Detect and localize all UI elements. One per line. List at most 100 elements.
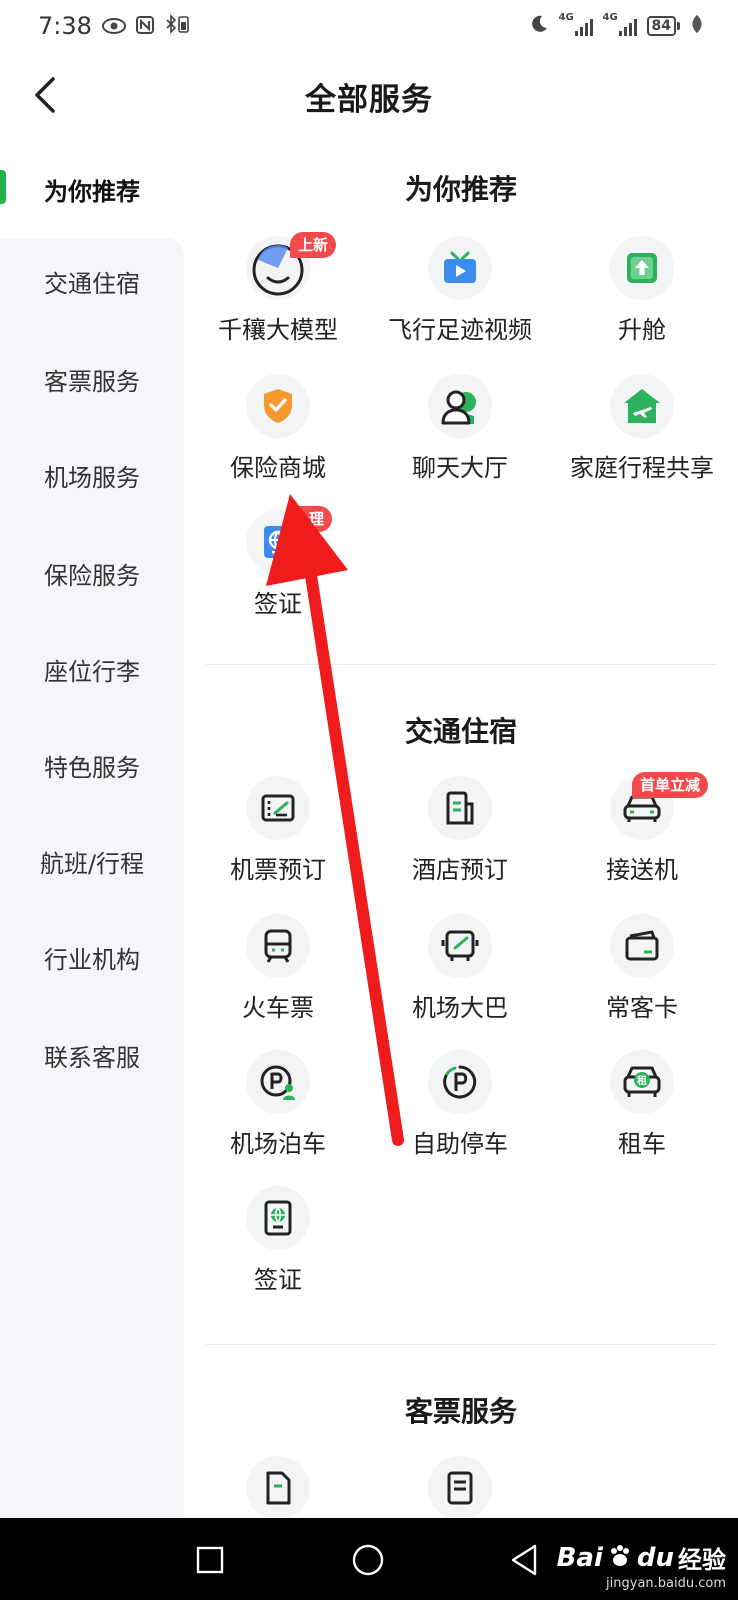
service-label: 聊天大厅 [412, 454, 508, 482]
sidebar-item-recommend[interactable]: 为你推荐 [0, 140, 184, 238]
service-label: 飞行足迹视频 [388, 316, 532, 344]
service-ticket-list[interactable] [368, 1456, 552, 1518]
sidebar-item-transport[interactable]: 交通住宿 [0, 232, 184, 330]
active-indicator [0, 170, 6, 204]
back-button[interactable] [20, 70, 70, 120]
service-train-ticket[interactable]: 火车票 [186, 914, 370, 1044]
home-button[interactable] [346, 1538, 390, 1582]
category-sidebar: 为你推荐 交通住宿 客票服务 机场服务 保险服务 座位行李 特色服务 航班/行程… [0, 140, 184, 1518]
service-label: 签证 [254, 1266, 302, 1294]
status-time: 7:38 [38, 12, 92, 40]
list-icon [428, 1456, 492, 1518]
ticket-icon [246, 776, 310, 840]
eye-icon [101, 12, 126, 40]
document-icon [246, 1456, 310, 1518]
shield-icon [246, 374, 310, 438]
battery-indicator: 84 [646, 16, 680, 36]
circle-icon [352, 1544, 384, 1576]
page-title: 全部服务 [305, 81, 433, 118]
service-frequent-flyer-card[interactable]: 常客卡 [550, 914, 734, 1044]
service-label: 自助停车 [412, 1130, 508, 1158]
service-ticket-document[interactable] [186, 1456, 370, 1518]
service-label: 千穰大模型 [218, 316, 338, 344]
system-nav-bar: Bai du 经验 jingyan.baidu.com [0, 1518, 738, 1600]
network-type-1: 4G [558, 12, 574, 23]
sidebar-item-contact[interactable]: 联系客服 [0, 1006, 184, 1104]
sidebar-item-label: 联系客服 [44, 1043, 140, 1072]
chevron-left-icon [35, 77, 55, 113]
service-label: 签证 [254, 590, 302, 618]
service-flight-booking[interactable]: 机票预订 [186, 776, 370, 906]
sidebar-item-ticket-service[interactable]: 客票服务 [0, 330, 184, 428]
bus-icon [428, 914, 492, 978]
service-label: 租车 [618, 1130, 666, 1158]
sidebar-item-insurance[interactable]: 保险服务 [0, 524, 184, 622]
section-title-ticket-service: 客票服务 [404, 1395, 517, 1428]
watermark-brand: Bai [556, 1542, 603, 1573]
status-bar: 7:38 4G 4G 84 [0, 0, 738, 52]
recent-apps-button[interactable] [188, 1538, 232, 1582]
service-ai-model[interactable]: 上新 千穰大模型 [186, 232, 370, 366]
service-flight-video[interactable]: 飞行足迹视频 [368, 236, 552, 366]
service-label: 机场大巴 [412, 994, 508, 1022]
service-label: 火车票 [242, 994, 314, 1022]
back-nav-button[interactable] [502, 1538, 546, 1582]
train-icon [246, 914, 310, 978]
service-insurance-mall[interactable]: 保险商城 [186, 374, 370, 504]
sidebar-item-special[interactable]: 特色服务 [0, 716, 184, 814]
network-type-2: 4G [602, 12, 618, 23]
sidebar-item-label: 保险服务 [44, 561, 140, 590]
section-divider [206, 1344, 716, 1345]
sidebar-item-seat-baggage[interactable]: 座位行李 [0, 620, 184, 718]
card-icon [610, 914, 674, 978]
paw-icon [607, 1543, 633, 1573]
parking-icon [428, 1050, 492, 1114]
sidebar-item-label: 交通住宿 [44, 269, 140, 298]
service-label: 机场泊车 [230, 1130, 326, 1158]
sidebar-item-label: 航班/行程 [39, 849, 145, 878]
chat-people-icon [428, 374, 492, 438]
section-title-recommend: 为你推荐 [404, 173, 517, 206]
sidebar-item-airport[interactable]: 机场服务 [0, 426, 184, 524]
badge-apply: 办理 [286, 506, 333, 532]
service-label: 家庭行程共享 [570, 454, 714, 482]
signal-icon-2: 4G [603, 12, 637, 36]
service-hotel-booking[interactable]: 酒店预订 [368, 776, 552, 906]
service-visa-transport[interactable]: 签证 [186, 1186, 370, 1316]
sidebar-item-label: 特色服务 [44, 753, 140, 782]
section-title-transport: 交通住宿 [404, 715, 517, 748]
service-label: 常客卡 [606, 994, 678, 1022]
battery-tip [677, 22, 680, 30]
service-label: 机票预订 [230, 856, 326, 884]
service-family-trip[interactable]: 家庭行程共享 [550, 374, 734, 504]
sidebar-item-label: 机场服务 [44, 463, 140, 492]
service-car-rental[interactable]: 租 租车 [550, 1050, 734, 1180]
leaf-icon [690, 12, 704, 40]
sidebar-item-industry[interactable]: 行业机构 [0, 908, 184, 1006]
parking-person-icon [246, 1050, 310, 1114]
status-right: 4G 4G 84 [529, 12, 704, 40]
service-pickup[interactable]: 首单立减 接送机 [550, 772, 734, 906]
service-chat-hall[interactable]: 聊天大厅 [368, 374, 552, 504]
badge-first-order: 首单立减 [632, 772, 709, 798]
battery-level: 84 [646, 16, 676, 36]
passport-icon [246, 1186, 310, 1250]
service-self-parking[interactable]: 自助停车 [368, 1050, 552, 1180]
service-label: 酒店预订 [412, 856, 508, 884]
badge-new: 上新 [290, 232, 337, 258]
bluetooth-battery-icon [164, 12, 190, 40]
hotel-icon [428, 776, 492, 840]
service-upgrade[interactable]: 升舱 [550, 236, 734, 366]
sidebar-item-label: 座位行李 [44, 657, 140, 686]
sidebar-item-label: 行业机构 [44, 945, 140, 974]
status-left: 7:38 [38, 12, 190, 40]
watermark-cn: 经验 [678, 1546, 726, 1574]
header: 全部服务 [0, 52, 738, 140]
nfc-icon [135, 12, 154, 40]
watermark-brand2: du [636, 1542, 674, 1573]
service-label: 保险商城 [230, 454, 326, 482]
sidebar-item-flight[interactable]: 航班/行程 [0, 812, 184, 910]
service-airport-valet[interactable]: 机场泊车 [186, 1050, 370, 1180]
service-airport-bus[interactable]: 机场大巴 [368, 914, 552, 1044]
service-visa-recommend[interactable]: 办理 签证 [186, 506, 370, 640]
